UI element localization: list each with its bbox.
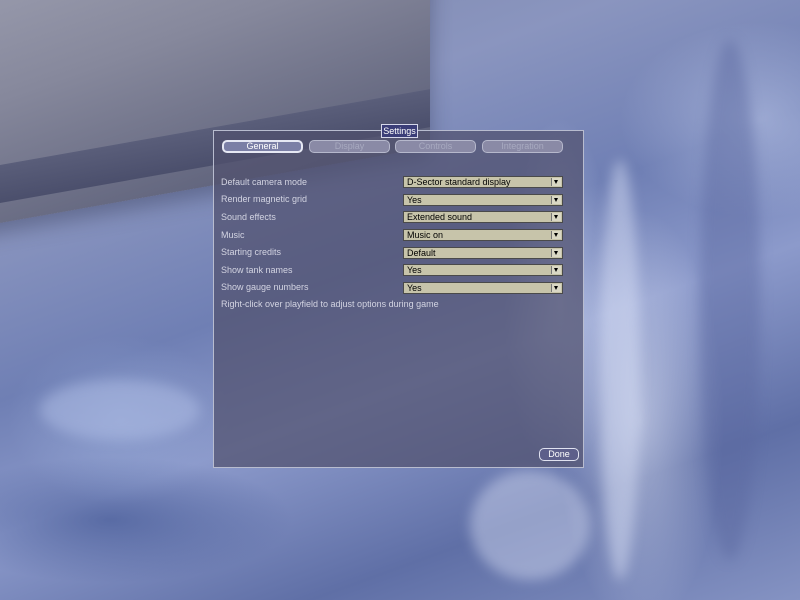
tab-general[interactable]: General bbox=[222, 140, 303, 153]
chevron-down-icon[interactable] bbox=[551, 231, 561, 239]
setting-label-camera-mode: Default camera mode bbox=[221, 177, 308, 187]
select-value: Music on bbox=[407, 230, 444, 240]
chevron-down-icon[interactable] bbox=[551, 266, 561, 274]
camera-mode-select[interactable]: D-Sector standard display bbox=[403, 176, 563, 188]
setting-label-tank-names: Show tank names bbox=[221, 265, 293, 275]
chevron-down-icon[interactable] bbox=[551, 196, 561, 204]
chevron-down-icon[interactable] bbox=[551, 284, 561, 292]
tab-integration[interactable]: Integration bbox=[482, 140, 563, 153]
setting-label-starting-credits: Starting credits bbox=[221, 247, 282, 257]
sound-effects-select[interactable]: Extended sound bbox=[403, 211, 563, 223]
setting-label-sound-effects: Sound effects bbox=[221, 212, 276, 222]
select-value: Yes bbox=[407, 283, 422, 293]
background-streak bbox=[470, 470, 590, 580]
background-streak bbox=[40, 380, 200, 440]
setting-label-music: Music bbox=[221, 230, 245, 240]
setting-label-gauge-numbers: Show gauge numbers bbox=[221, 282, 309, 292]
background-streak bbox=[700, 40, 760, 560]
chevron-down-icon[interactable] bbox=[551, 249, 561, 257]
background-streak bbox=[600, 160, 640, 580]
select-value: Yes bbox=[407, 265, 422, 275]
tab-display[interactable]: Display bbox=[309, 140, 390, 153]
music-select[interactable]: Music on bbox=[403, 229, 563, 241]
select-value: Extended sound bbox=[407, 212, 473, 222]
select-value: Default bbox=[407, 248, 436, 258]
magnetic-grid-select[interactable]: Yes bbox=[403, 194, 563, 206]
chevron-down-icon[interactable] bbox=[551, 178, 561, 186]
dialog-title: Settings bbox=[381, 124, 418, 138]
tank-names-select[interactable]: Yes bbox=[403, 264, 563, 276]
select-value: D-Sector standard display bbox=[407, 177, 511, 187]
tab-controls[interactable]: Controls bbox=[395, 140, 476, 153]
gauge-numbers-select[interactable]: Yes bbox=[403, 282, 563, 294]
done-button[interactable]: Done bbox=[539, 448, 579, 461]
options-hint: Right-click over playfield to adjust opt… bbox=[221, 299, 439, 309]
chevron-down-icon[interactable] bbox=[551, 213, 561, 221]
starting-credits-select[interactable]: Default bbox=[403, 247, 563, 259]
setting-label-magnetic-grid: Render magnetic grid bbox=[221, 194, 308, 204]
select-value: Yes bbox=[407, 195, 422, 205]
